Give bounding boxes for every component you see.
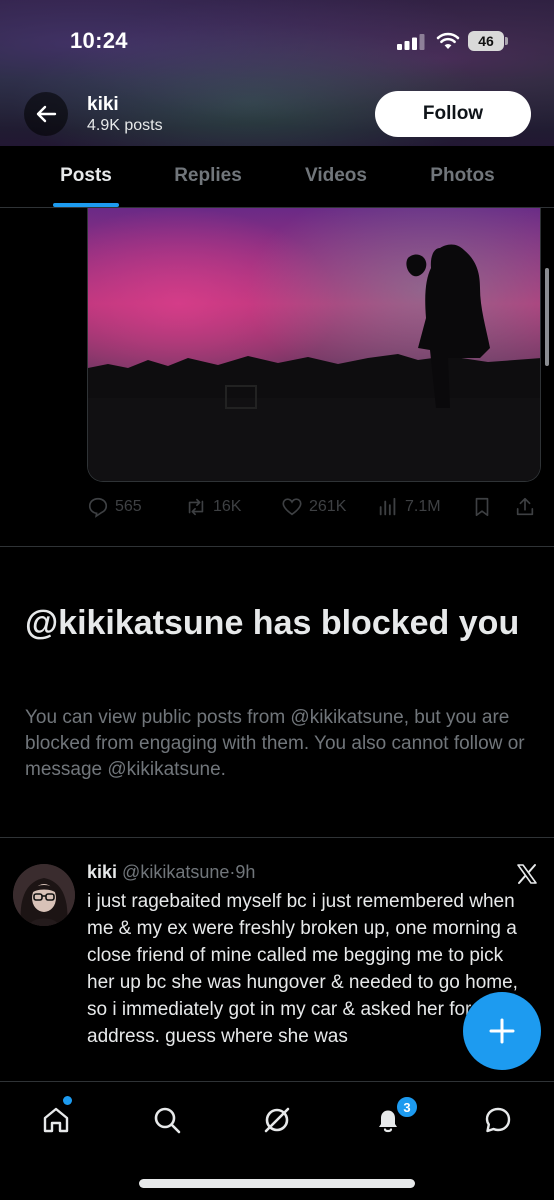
views-action[interactable]: 7.1M	[377, 492, 441, 522]
profile-post-count: 4.9K posts	[87, 117, 163, 134]
views-chart-icon	[379, 497, 396, 516]
like-action[interactable]: 261K	[281, 492, 346, 522]
back-button[interactable]	[24, 92, 68, 136]
tweet-author-name[interactable]: kiki	[87, 862, 117, 882]
scrollbar-thumb[interactable]	[545, 268, 549, 366]
reply-action[interactable]: 565	[87, 492, 142, 522]
chat-bubble-icon	[485, 1107, 511, 1133]
tweet-author-handle[interactable]: @kikikatsune	[122, 862, 229, 882]
heart-icon	[282, 498, 302, 516]
tab-replies[interactable]: Replies	[160, 146, 256, 208]
grok-icon	[264, 1107, 290, 1133]
blocked-notice-title: @kikikatsune has blocked you	[25, 604, 520, 642]
aurora-photo	[88, 208, 540, 481]
nav-grok[interactable]	[257, 1100, 297, 1140]
reply-icon	[88, 497, 108, 518]
search-icon	[154, 1107, 181, 1134]
views-count: 7.1M	[405, 498, 441, 515]
wifi-icon	[436, 32, 460, 49]
status-bar: 10:24 46	[0, 0, 554, 80]
tweet-header: kiki @kikikatsune·9h	[87, 862, 255, 883]
profile-header-banner: 10:24 46 kiki 4.9K posts Follow	[0, 0, 554, 146]
repost-count: 16K	[213, 498, 242, 515]
cellular-signal-icon	[397, 34, 425, 50]
compose-post-button[interactable]	[463, 992, 541, 1070]
nav-home[interactable]	[36, 1100, 76, 1140]
repost-icon	[188, 498, 204, 516]
tab-videos[interactable]: Videos	[290, 146, 382, 208]
status-time: 10:24	[70, 28, 128, 53]
avatar[interactable]	[13, 864, 75, 926]
notifications-badge: 3	[396, 1096, 418, 1118]
share-action[interactable]	[514, 492, 536, 522]
avatar-photo	[13, 864, 75, 926]
repost-action[interactable]: 16K	[185, 492, 241, 522]
x-logo-icon	[517, 864, 537, 884]
tweet-text: i just ragebaited myself bc i just remem…	[87, 891, 518, 1047]
battery-cap	[505, 37, 508, 45]
post-media-image[interactable]	[87, 208, 541, 482]
bookmark-icon	[475, 497, 489, 517]
home-unread-dot	[63, 1096, 72, 1105]
profile-display-name: kiki	[87, 94, 119, 115]
home-indicator	[139, 1179, 415, 1188]
share-icon	[516, 497, 534, 516]
home-icon	[43, 1107, 69, 1133]
reply-count: 565	[115, 498, 142, 515]
tweet-time[interactable]: 9h	[235, 862, 255, 882]
post-action-bar: 565 16K 261K 7.1M	[87, 492, 541, 522]
tab-posts[interactable]: Posts	[53, 146, 119, 208]
active-tab-indicator	[53, 203, 119, 207]
divider	[0, 546, 554, 547]
bookmark-action[interactable]	[471, 492, 493, 522]
like-count: 261K	[309, 498, 347, 515]
nav-messages[interactable]	[478, 1100, 518, 1140]
battery-level: 46	[468, 31, 504, 51]
nav-search[interactable]	[147, 1100, 187, 1140]
battery-icon: 46	[468, 31, 508, 51]
follow-button[interactable]: Follow	[375, 91, 531, 137]
plus-icon	[489, 1018, 515, 1044]
blocked-notice-body: You can view public posts from @kikikats…	[25, 707, 525, 780]
tab-photos[interactable]: Photos	[415, 146, 510, 208]
divider	[0, 837, 554, 838]
profile-tabs: Posts Replies Videos Photos	[0, 146, 554, 208]
arrow-left-icon	[36, 105, 57, 123]
